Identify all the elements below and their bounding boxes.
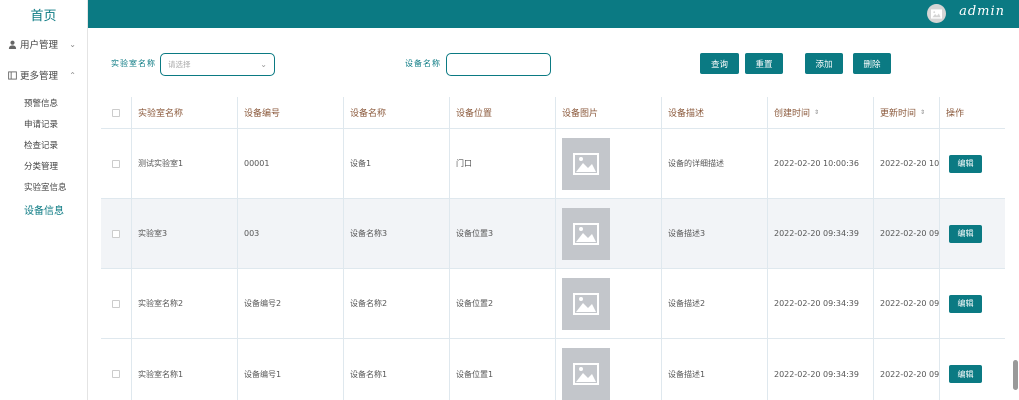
sidebar-group-label: 用户管理 (20, 40, 59, 51)
row-checkbox[interactable] (112, 159, 120, 168)
col-updated-time-label: 更新时间 (880, 109, 917, 119)
chevron-down-icon: ⌄ (260, 60, 267, 69)
cell-lab: 实验室名称2 (132, 269, 238, 338)
sort-icon[interactable]: ⇕ (814, 109, 819, 116)
top-bar: admin (88, 0, 1019, 28)
image-placeholder-icon (562, 207, 610, 260)
table-header: 实验室名称 设备编号 设备名称 设备位置 设备图片 设备描述 创建时间 ⇕ 更新时… (101, 97, 1005, 129)
edit-button[interactable]: 编辑 (949, 294, 982, 313)
panel-icon (7, 70, 17, 80)
edit-button[interactable]: 编辑 (949, 224, 982, 243)
col-lab-name: 实验室名称 (132, 97, 238, 128)
cell-updated: 2022-02-20 09:34:39 (874, 339, 940, 400)
cell-desc: 设备描述2 (662, 269, 768, 338)
cell-desc: 设备描述1 (662, 339, 768, 400)
sidebar-item-categories[interactable]: 分类管理 (24, 160, 58, 172)
image-placeholder-icon (562, 348, 610, 400)
lab-name-select[interactable]: 请选择 ⌄ (160, 53, 275, 76)
sidebar-item-devices[interactable]: 设备信息 (24, 202, 64, 217)
cell-code: 设备编号2 (238, 269, 344, 338)
table-row: 实验室名称1 设备编号1 设备名称1 设备位置1 设备描述1 2022-02-2… (101, 339, 1005, 400)
image-icon (931, 8, 942, 19)
cell-code: 003 (238, 199, 344, 268)
image-placeholder-icon (562, 137, 610, 190)
select-all-checkbox[interactable] (112, 108, 120, 117)
device-name-label: 设备名称 (405, 59, 441, 68)
cell-updated: 2022-02-20 10:00:36 (874, 129, 940, 198)
cell-name: 设备名称2 (344, 269, 450, 338)
edit-button[interactable]: 编辑 (949, 154, 982, 173)
cell-updated: 2022-02-20 09:34:39 (874, 269, 940, 338)
cell-name: 设备名称3 (344, 199, 450, 268)
sidebar-group-user-management[interactable]: 用户管理 ⌄ (0, 35, 88, 53)
cell-location: 设备位置2 (450, 269, 556, 338)
row-checkbox[interactable] (112, 229, 120, 238)
image-placeholder-icon (562, 277, 610, 330)
cell-location: 门口 (450, 129, 556, 198)
cell-created: 2022-02-20 10:00:36 (768, 129, 874, 198)
avatar[interactable] (927, 4, 946, 23)
username[interactable]: admin (959, 4, 1005, 19)
col-device-image: 设备图片 (556, 97, 662, 128)
cell-name: 设备1 (344, 129, 450, 198)
user-icon (7, 39, 17, 49)
cell-created: 2022-02-20 09:34:39 (768, 199, 874, 268)
row-checkbox[interactable] (112, 370, 120, 378)
col-device-desc: 设备描述 (662, 97, 768, 128)
edit-button[interactable]: 编辑 (949, 365, 982, 383)
chevron-down-icon: ⌄ (69, 39, 76, 49)
cell-updated: 2022-02-20 09:34:39 (874, 199, 940, 268)
col-created-time[interactable]: 创建时间 ⇕ (768, 97, 874, 128)
cell-lab: 实验室3 (132, 199, 238, 268)
col-device-name: 设备名称 (344, 97, 450, 128)
cell-name: 设备名称1 (344, 339, 450, 400)
col-device-code: 设备编号 (238, 97, 344, 128)
col-created-time-label: 创建时间 (774, 109, 811, 119)
cell-code: 设备编号1 (238, 339, 344, 400)
lab-name-placeholder: 请选择 (168, 60, 191, 69)
table-row: 实验室名称2 设备编号2 设备名称2 设备位置2 设备描述2 2022-02-2… (101, 269, 1005, 339)
vertical-scrollbar[interactable] (1013, 360, 1018, 390)
add-button[interactable]: 添加 (805, 53, 843, 74)
table-row: 实验室3 003 设备名称3 设备位置3 设备描述3 2022-02-20 09… (101, 199, 1005, 269)
reset-button[interactable]: 重置 (745, 53, 783, 74)
sidebar-item-applications[interactable]: 申请记录 (24, 118, 58, 130)
device-name-input[interactable] (446, 53, 551, 76)
cell-lab: 测试实验室1 (132, 129, 238, 198)
cell-created: 2022-02-20 09:34:39 (768, 269, 874, 338)
sidebar-group-label: 更多管理 (20, 71, 59, 82)
cell-lab: 实验室名称1 (132, 339, 238, 400)
sidebar: 首页 用户管理 ⌄ 更多管理 ⌃ 预警信息 申请记录 检查记录 分类管理 实验室… (0, 0, 88, 400)
sort-icon[interactable]: ⇕ (920, 109, 925, 116)
col-device-location: 设备位置 (450, 97, 556, 128)
table-row: 测试实验室1 00001 设备1 门口 设备的详细描述 2022-02-20 1… (101, 129, 1005, 199)
row-checkbox[interactable] (112, 299, 120, 308)
sidebar-item-labs[interactable]: 实验室信息 (24, 181, 67, 193)
col-actions: 操作 (946, 109, 965, 119)
cell-location: 设备位置1 (450, 339, 556, 400)
sidebar-item-inspections[interactable]: 检查记录 (24, 139, 58, 151)
cell-created: 2022-02-20 09:34:39 (768, 339, 874, 400)
cell-desc: 设备的详细描述 (662, 129, 768, 198)
sidebar-item-alerts[interactable]: 预警信息 (24, 97, 58, 109)
sidebar-group-more-management[interactable]: 更多管理 ⌃ (0, 66, 88, 84)
cell-desc: 设备描述3 (662, 199, 768, 268)
chevron-up-icon: ⌃ (69, 70, 76, 80)
delete-button[interactable]: 删除 (853, 53, 891, 74)
query-button[interactable]: 查询 (700, 53, 739, 74)
sidebar-home[interactable]: 首页 (0, 0, 87, 28)
lab-name-label: 实验室名称 (111, 59, 156, 68)
cell-code: 00001 (238, 129, 344, 198)
cell-location: 设备位置3 (450, 199, 556, 268)
col-updated-time[interactable]: 更新时间 ⇕ (874, 97, 940, 128)
